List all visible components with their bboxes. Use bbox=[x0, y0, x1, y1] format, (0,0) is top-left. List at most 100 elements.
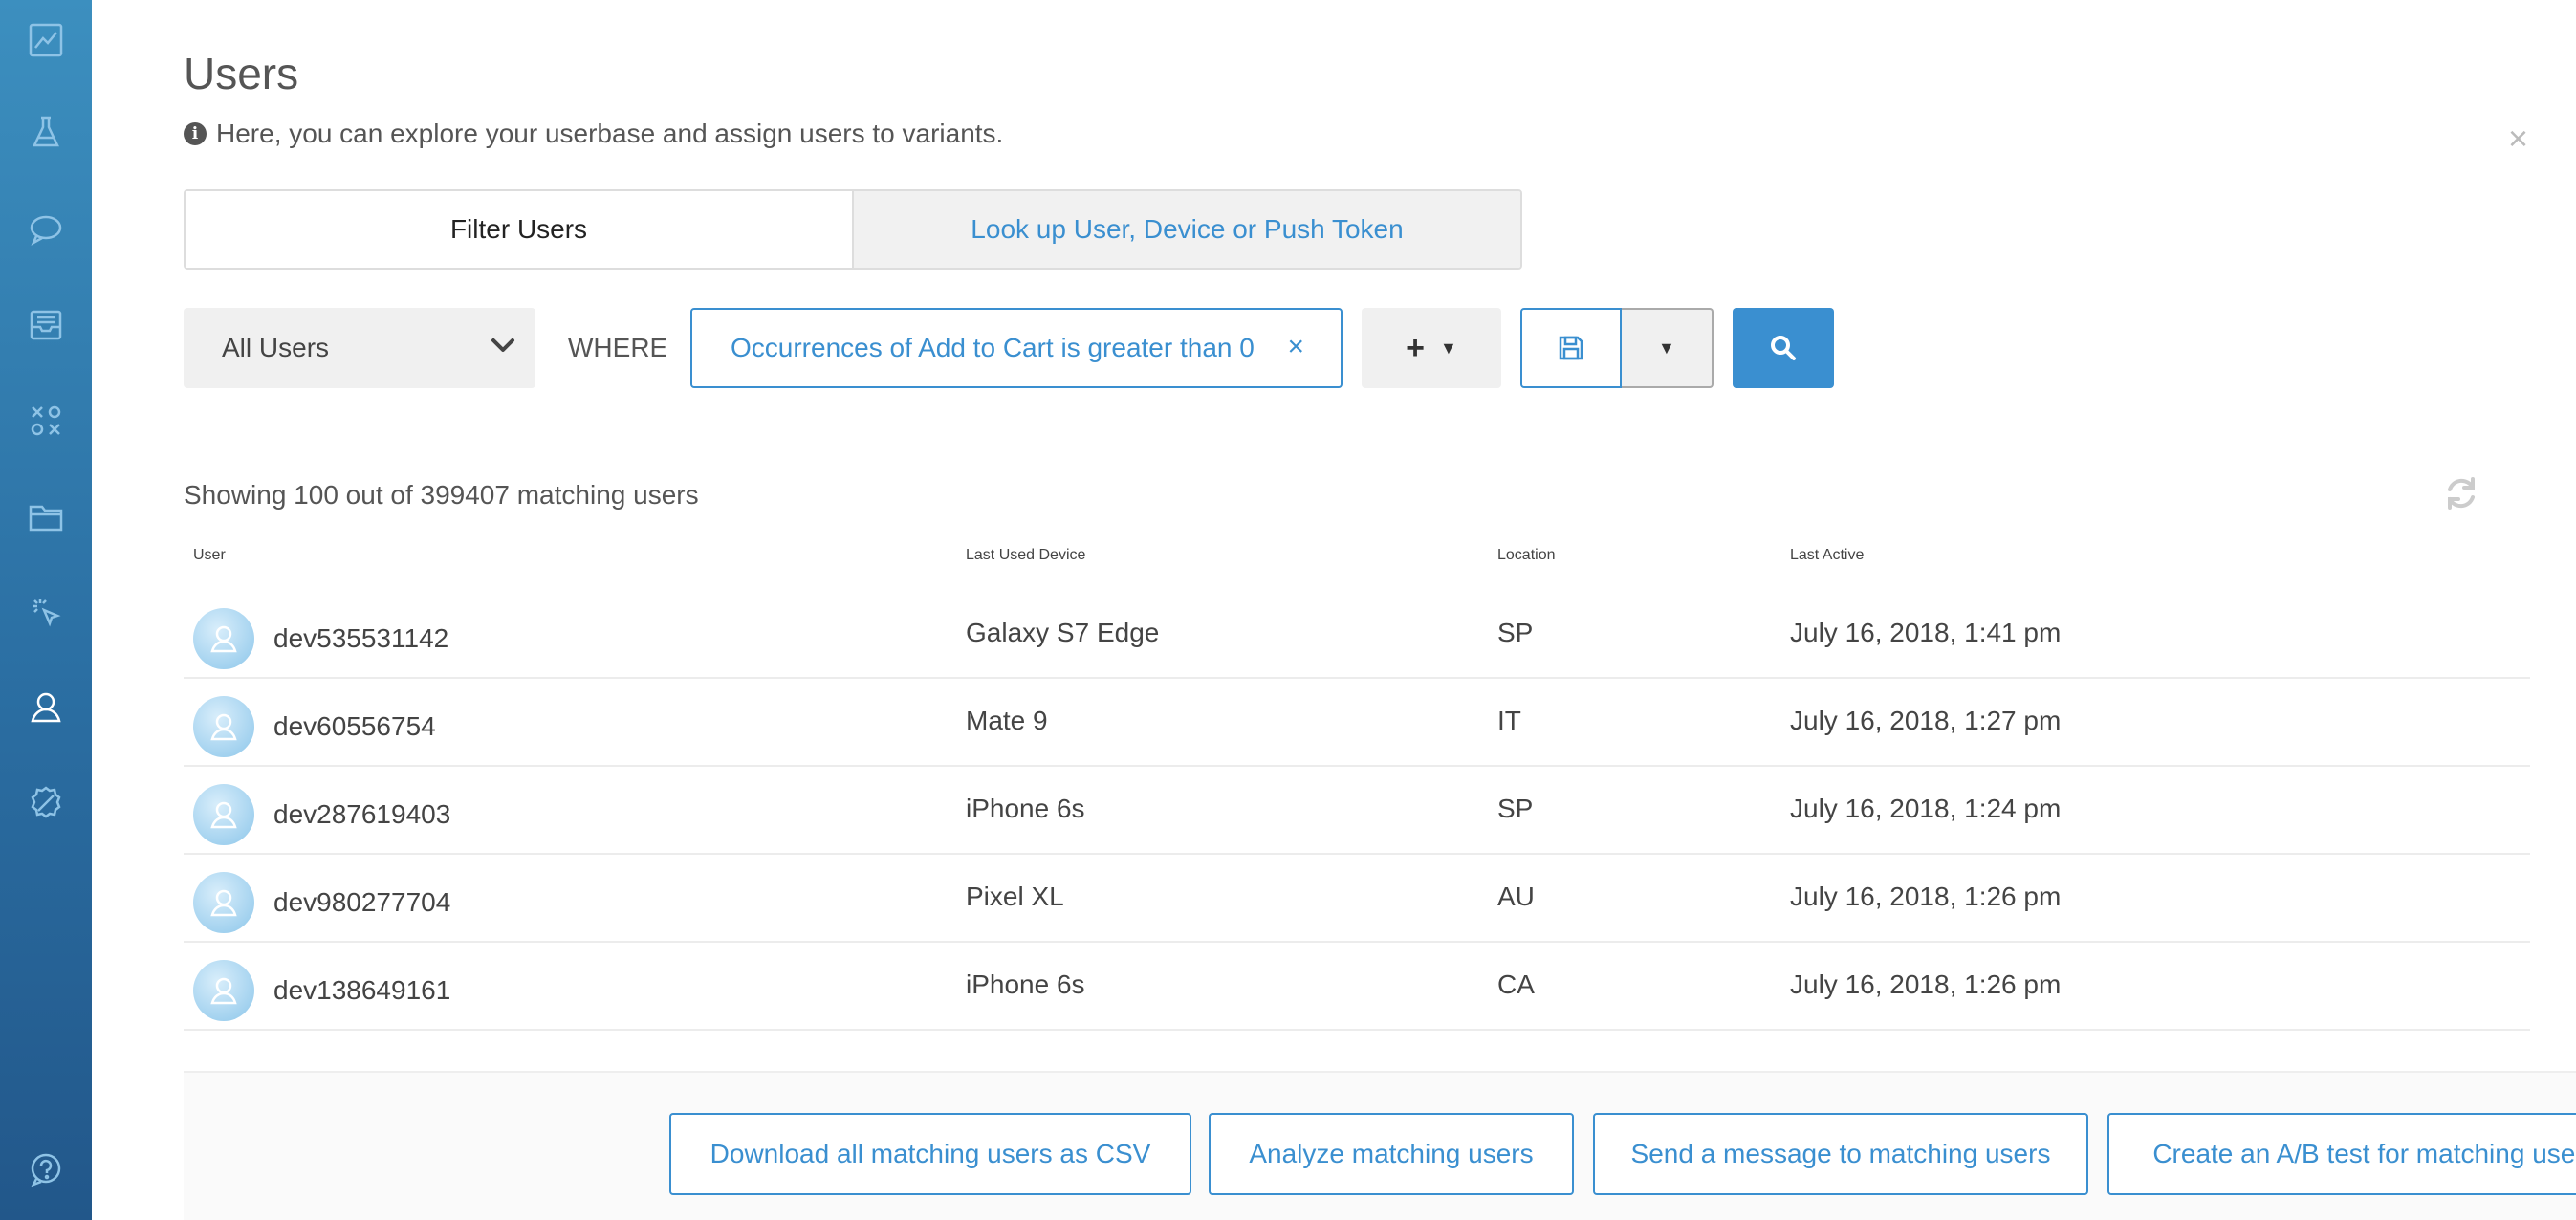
nav-debugger[interactable] bbox=[23, 780, 69, 826]
avatar bbox=[193, 696, 254, 757]
line-chart-icon bbox=[29, 23, 63, 57]
table-row[interactable]: dev535531142 Galaxy S7 Edge SP July 16, 201… bbox=[184, 591, 2530, 679]
user-cell[interactable]: dev60556754 bbox=[193, 696, 436, 757]
last-active-cell: July 16, 2018, 1:41 pm bbox=[1790, 618, 2062, 647]
user-icon bbox=[210, 801, 237, 829]
caret-down-icon: ▼ bbox=[1440, 338, 1457, 358]
search-icon bbox=[1771, 336, 1796, 360]
filter-condition-text: Occurrences of Add to Cart is greater th… bbox=[731, 333, 1255, 362]
search-button[interactable] bbox=[1733, 308, 1834, 388]
close-icon[interactable]: × bbox=[2508, 119, 2528, 159]
users-icon bbox=[31, 692, 61, 723]
avatar bbox=[193, 872, 254, 933]
where-label: WHERE bbox=[568, 333, 668, 362]
table-row[interactable]: dev287619403 iPhone 6s SP July 16, 2018, 1:… bbox=[184, 767, 2530, 855]
last-active-cell: July 16, 2018, 1:26 pm bbox=[1790, 969, 2062, 999]
column-header-location[interactable]: Location bbox=[1497, 547, 1556, 564]
nav-actions[interactable] bbox=[23, 589, 69, 635]
device-cell: Galaxy S7 Edge bbox=[966, 618, 1160, 647]
column-header-device[interactable]: Last Used Device bbox=[966, 547, 1085, 564]
download-csv-button[interactable]: Download all matching users as CSV bbox=[669, 1113, 1191, 1195]
device-cell: iPhone 6s bbox=[966, 794, 1085, 823]
ab-test-icon bbox=[31, 405, 61, 436]
column-header-last-active[interactable]: Last Active bbox=[1790, 547, 1864, 564]
plus-icon: + bbox=[1406, 329, 1426, 366]
page-title: Users bbox=[184, 49, 299, 98]
chat-bubble-icon bbox=[30, 215, 62, 246]
location-cell: CA bbox=[1497, 969, 1535, 999]
floppy-disk-icon bbox=[1559, 336, 1583, 360]
user-cell[interactable]: dev138649161 bbox=[193, 960, 450, 1021]
nav-users[interactable] bbox=[23, 685, 69, 730]
avatar bbox=[193, 608, 254, 669]
bug-icon bbox=[31, 786, 61, 818]
cursor-click-icon bbox=[33, 599, 61, 627]
user-icon bbox=[210, 889, 237, 917]
last-active-cell: July 16, 2018, 1:26 pm bbox=[1790, 882, 2062, 911]
create-ab-test-button[interactable]: Create an A/B test for matching users bbox=[2107, 1113, 2576, 1195]
nav-experiments[interactable] bbox=[23, 109, 69, 155]
location-cell: SP bbox=[1497, 618, 1534, 647]
inbox-icon bbox=[30, 310, 62, 340]
nav-projects[interactable] bbox=[23, 493, 69, 539]
analyze-users-button[interactable]: Analyze matching users bbox=[1209, 1113, 1574, 1195]
chevron-down-icon bbox=[491, 338, 514, 352]
table-row[interactable]: dev138649161 iPhone 6s CA July 16, 2018, 1:… bbox=[184, 943, 2530, 1031]
save-segment-button[interactable] bbox=[1520, 308, 1622, 388]
sidebar-nav bbox=[0, 0, 92, 1220]
add-condition-button[interactable]: + ▼ bbox=[1362, 308, 1501, 388]
refresh-icon[interactable] bbox=[2442, 474, 2480, 512]
device-cell: Pixel XL bbox=[966, 882, 1064, 911]
filter-condition-chip[interactable]: Occurrences of Add to Cart is greater th… bbox=[690, 308, 1343, 388]
last-active-cell: July 16, 2018, 1:24 pm bbox=[1790, 794, 2062, 823]
user-id: dev60556754 bbox=[273, 711, 436, 741]
nav-inbox[interactable] bbox=[23, 302, 69, 348]
user-cell[interactable]: dev980277704 bbox=[193, 872, 450, 933]
last-active-cell: July 16, 2018, 1:27 pm bbox=[1790, 706, 2062, 735]
user-icon bbox=[210, 977, 237, 1005]
table-header: User Last Used Device Location Last Acti… bbox=[184, 547, 2530, 591]
table-row[interactable]: dev60556754 Mate 9 IT July 16, 2018, 1:27 p… bbox=[184, 679, 2530, 767]
user-cell[interactable]: dev535531142 bbox=[193, 608, 448, 669]
bulk-actions-bar: Download all matching users as CSV Analy… bbox=[184, 1071, 2576, 1220]
help-icon bbox=[31, 1153, 61, 1187]
avatar bbox=[193, 960, 254, 1021]
nav-messaging[interactable] bbox=[23, 207, 69, 252]
user-icon bbox=[210, 625, 237, 653]
tab-lookup-user[interactable]: Look up User, Device or Push Token bbox=[852, 191, 1520, 268]
user-id: dev138649161 bbox=[273, 975, 451, 1005]
nav-help[interactable] bbox=[23, 1147, 69, 1193]
segment-value: All Users bbox=[222, 333, 330, 362]
device-cell: Mate 9 bbox=[966, 706, 1048, 735]
remove-condition-icon[interactable]: × bbox=[1287, 331, 1304, 363]
users-table: User Last Used Device Location Last Acti… bbox=[184, 547, 2530, 1031]
tab-filter-users[interactable]: Filter Users bbox=[186, 191, 852, 268]
tab-bar: Filter Users Look up User, Device or Pus… bbox=[184, 189, 1522, 270]
save-segment-group: ▼ bbox=[1520, 308, 1714, 388]
save-options-dropdown[interactable]: ▼ bbox=[1621, 308, 1714, 388]
nav-analytics[interactable] bbox=[23, 17, 69, 63]
user-id: dev980277704 bbox=[273, 887, 451, 917]
main-content: Users i Here, you can explore your userb… bbox=[92, 0, 2576, 1220]
segment-dropdown[interactable]: All Users bbox=[184, 308, 535, 388]
location-cell: AU bbox=[1497, 882, 1535, 911]
send-message-button[interactable]: Send a message to matching users bbox=[1593, 1113, 2088, 1195]
user-id: dev535531142 bbox=[273, 623, 449, 653]
location-cell: IT bbox=[1497, 706, 1521, 735]
results-summary: Showing 100 out of 399407 matching users bbox=[184, 480, 699, 510]
beaker-icon bbox=[33, 116, 59, 147]
page-subtitle: i Here, you can explore your userbase an… bbox=[184, 119, 1003, 149]
nav-ab-tests[interactable] bbox=[23, 398, 69, 444]
device-cell: iPhone 6s bbox=[966, 969, 1085, 999]
column-header-user[interactable]: User bbox=[193, 547, 226, 564]
folder-icon bbox=[29, 505, 63, 532]
user-cell[interactable]: dev287619403 bbox=[193, 784, 450, 845]
user-icon bbox=[210, 713, 237, 741]
info-icon: i bbox=[184, 122, 207, 145]
table-row[interactable]: dev980277704 Pixel XL AU July 16, 2018, 1:2… bbox=[184, 855, 2530, 943]
subtitle-text: Here, you can explore your userbase and … bbox=[216, 119, 1004, 148]
location-cell: SP bbox=[1497, 794, 1534, 823]
user-id: dev287619403 bbox=[273, 799, 451, 829]
caret-down-icon: ▼ bbox=[1658, 338, 1675, 358]
avatar bbox=[193, 784, 254, 845]
